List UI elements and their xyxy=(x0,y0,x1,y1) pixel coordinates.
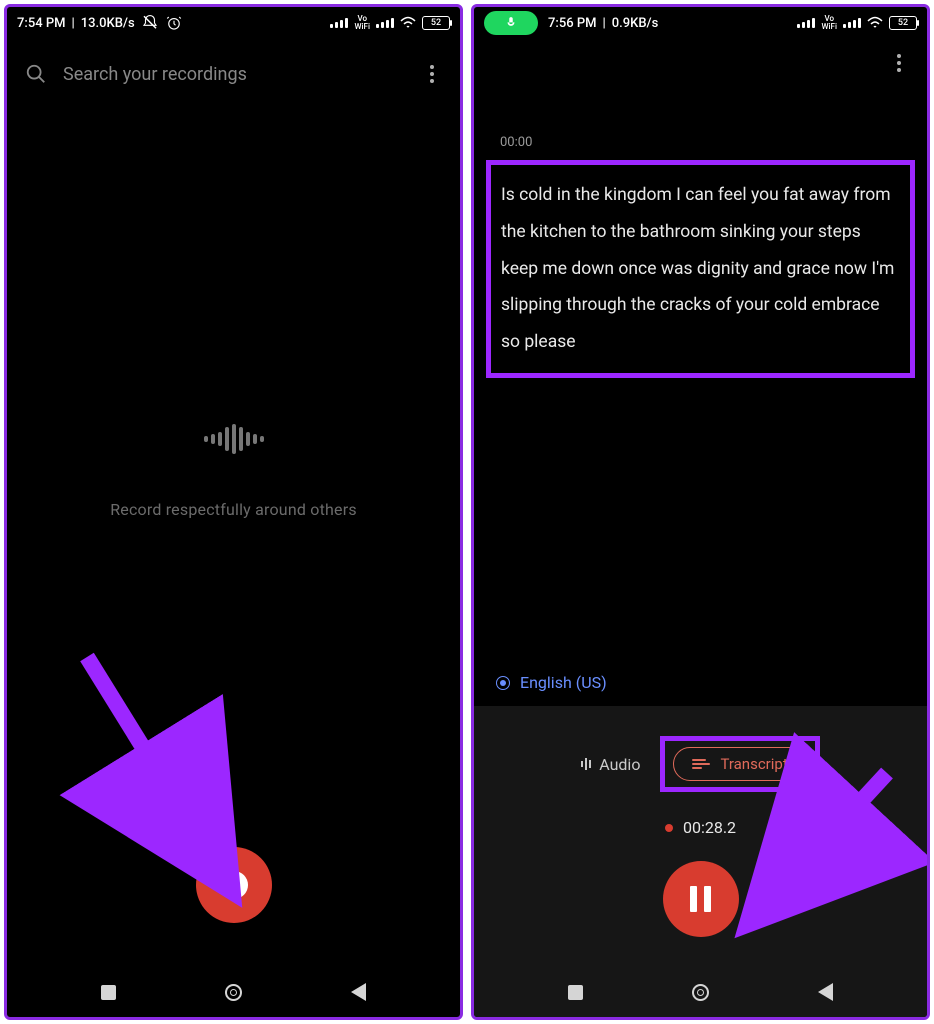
waveform-icon xyxy=(204,424,264,454)
phone-left: 7:54 PM | 13.0KB/s VoWiFi 52 Search your… xyxy=(4,4,463,1020)
phone-right: 7:56 PM | 0.9KB/s VoWiFi 52 00:00 Is col… xyxy=(471,4,930,1020)
more-menu-button[interactable] xyxy=(889,53,909,73)
signal-icon xyxy=(330,18,348,28)
nav-home-button[interactable] xyxy=(692,984,709,1001)
status-sep: | xyxy=(603,16,606,31)
empty-state: Record respectfully around others xyxy=(7,95,460,847)
recording-time: 00:28.2 xyxy=(683,818,736,837)
alarm-icon xyxy=(165,14,183,32)
audio-tab[interactable]: Audio xyxy=(581,755,640,774)
bell-off-icon xyxy=(141,14,159,32)
nav-back-button[interactable] xyxy=(818,983,833,1001)
mic-icon xyxy=(504,16,518,30)
wifi-icon xyxy=(867,16,883,30)
nav-bar xyxy=(7,973,460,1017)
transcript-lines-icon xyxy=(692,759,710,769)
wifi-icon xyxy=(400,16,416,30)
signal-icon xyxy=(797,18,815,28)
signal-icon-2 xyxy=(376,18,394,28)
status-time: 7:54 PM xyxy=(17,16,66,31)
language-target-icon xyxy=(496,676,510,690)
recording-time-row: 00:28.2 xyxy=(665,818,736,837)
language-row[interactable]: English (US) xyxy=(474,659,927,706)
nav-back-button[interactable] xyxy=(351,983,366,1001)
status-bar: 7:54 PM | 13.0KB/s VoWiFi 52 xyxy=(7,7,460,39)
transcript-tab-label: Transcript xyxy=(720,755,787,773)
status-bar: 7:56 PM | 0.9KB/s VoWiFi 52 xyxy=(474,7,927,39)
search-input[interactable]: Search your recordings xyxy=(63,64,422,85)
battery-icon: 52 xyxy=(422,16,450,30)
mic-active-pill[interactable] xyxy=(484,11,538,35)
more-menu-button[interactable] xyxy=(422,64,442,84)
search-row: Search your recordings xyxy=(7,39,460,95)
signal-icon-2 xyxy=(843,18,861,28)
nav-bar xyxy=(474,973,927,1017)
empty-hint: Record respectfully around others xyxy=(110,500,357,519)
transcript-text-highlight: Is cold in the kingdom I can feel you fa… xyxy=(486,160,915,378)
nav-recents-button[interactable] xyxy=(101,985,116,1000)
status-time: 7:56 PM xyxy=(548,16,597,31)
audio-wave-icon xyxy=(581,758,591,770)
nav-recents-button[interactable] xyxy=(568,985,583,1000)
transcript-tab[interactable]: Transcript xyxy=(673,747,806,781)
pause-button[interactable] xyxy=(663,861,739,937)
transcript-tab-highlight: Transcript xyxy=(660,736,819,792)
recording-dot-icon xyxy=(665,824,673,832)
tab-row: Audio Transcript xyxy=(581,736,820,792)
transcript-text: Is cold in the kingdom I can feel you fa… xyxy=(501,185,894,352)
audio-tab-label: Audio xyxy=(599,755,640,774)
language-label: English (US) xyxy=(520,673,607,692)
status-sep: | xyxy=(72,16,75,31)
status-net: 0.9KB/s xyxy=(612,16,659,31)
transcript-timestamp: 00:00 xyxy=(474,39,927,160)
record-button[interactable] xyxy=(196,847,272,923)
pause-icon xyxy=(690,886,711,912)
recording-panel: Audio Transcript 00:28.2 xyxy=(474,706,927,1017)
vowifi-icon: VoWiFi xyxy=(821,15,837,31)
battery-icon: 52 xyxy=(889,16,917,30)
nav-home-button[interactable] xyxy=(225,984,242,1001)
vowifi-icon: VoWiFi xyxy=(354,15,370,31)
record-dot-icon xyxy=(220,871,248,899)
status-net: 13.0KB/s xyxy=(81,16,135,31)
search-icon[interactable] xyxy=(25,63,47,85)
